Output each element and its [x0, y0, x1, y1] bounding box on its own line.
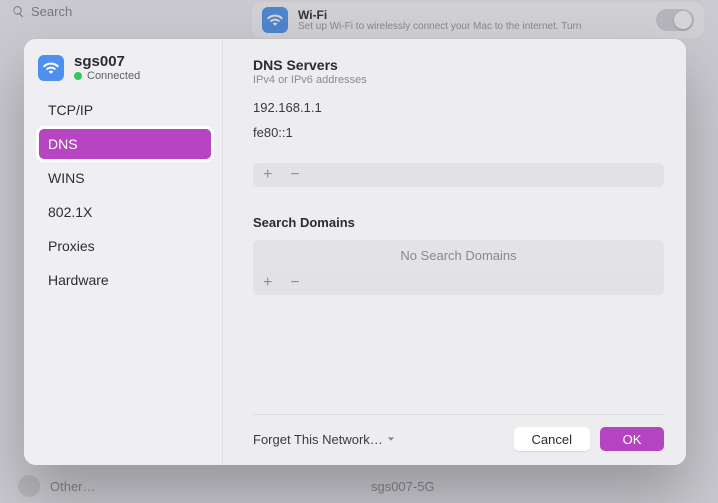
cancel-button[interactable]: Cancel [514, 427, 590, 451]
modal-footer: Forget This Network… Cancel OK [253, 414, 664, 451]
network-header: sgs007 Connected [38, 53, 212, 82]
search-domains-title: Search Domains [253, 215, 664, 230]
modal-content: DNS Servers IPv4 or IPv6 addresses 192.1… [222, 39, 686, 465]
add-search-domain-button[interactable]: + [259, 275, 276, 291]
dns-servers-subtitle: IPv4 or IPv6 addresses [253, 74, 664, 86]
remove-dns-button[interactable]: − [286, 167, 303, 183]
dns-servers-title: DNS Servers [253, 57, 664, 73]
forget-network-button[interactable]: Forget This Network… [253, 432, 395, 447]
wifi-icon [38, 55, 64, 81]
dns-entry[interactable]: fe80::1 [253, 121, 664, 146]
dns-entry[interactable]: 192.168.1.1 [253, 96, 664, 121]
sidebar-item-8021x[interactable]: 802.1X [38, 196, 212, 228]
chevron-down-icon [387, 435, 395, 443]
ok-button[interactable]: OK [600, 427, 664, 451]
search-domains-empty: No Search Domains [253, 240, 664, 271]
network-ssid: sgs007 [74, 53, 140, 70]
dns-servers-list[interactable]: 192.168.1.1 fe80::1 [253, 96, 664, 145]
sidebar-item-tcpip[interactable]: TCP/IP [38, 94, 212, 126]
status-dot-icon [74, 72, 82, 80]
remove-search-domain-button[interactable]: − [286, 275, 303, 291]
search-domains-controls: + − [253, 271, 664, 295]
modal-sidebar: sgs007 Connected TCP/IP DNS WINS 802.1X … [24, 39, 222, 465]
sidebar-item-dns[interactable]: DNS [38, 128, 212, 160]
forget-network-label: Forget This Network… [253, 432, 383, 447]
sidebar-item-proxies[interactable]: Proxies [38, 230, 212, 262]
add-dns-button[interactable]: + [259, 167, 276, 183]
status-label: Connected [87, 70, 140, 82]
dns-list-controls: + − [253, 163, 664, 187]
sidebar-item-wins[interactable]: WINS [38, 162, 212, 194]
network-advanced-modal: sgs007 Connected TCP/IP DNS WINS 802.1X … [24, 39, 686, 465]
sidebar-item-hardware[interactable]: Hardware [38, 264, 212, 296]
